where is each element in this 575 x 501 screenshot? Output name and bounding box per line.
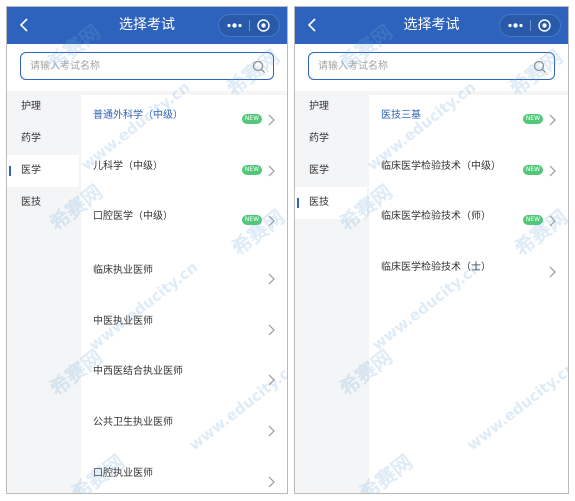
- more-dots-icon[interactable]: [219, 15, 250, 36]
- sidebar-item-label: 药学: [309, 133, 329, 144]
- new-badge: NEW: [523, 164, 543, 175]
- search-box[interactable]: [20, 52, 274, 80]
- sidebar-item-pharmacy[interactable]: 药学: [295, 123, 367, 155]
- sidebar-item-label: 医技: [309, 197, 329, 208]
- search-area: [295, 44, 568, 91]
- chevron-right-icon: [268, 273, 275, 285]
- mini-program-capsule: [499, 14, 561, 37]
- search-box[interactable]: [308, 52, 555, 80]
- exam-name: 临床医学检验技术（师）: [381, 211, 491, 223]
- category-sidebar: 护理 药学 医学 医技: [295, 91, 367, 493]
- nav-bar: 选择考试: [295, 7, 568, 44]
- exam-row[interactable]: 临床医学检验技术（师） NEW: [369, 196, 568, 247]
- sidebar-item-medicine[interactable]: 医学: [295, 155, 367, 187]
- search-icon[interactable]: [533, 59, 547, 74]
- category-sidebar: 护理 药学 医学 医技: [7, 91, 79, 493]
- search-icon[interactable]: [252, 59, 266, 74]
- exam-name: 临床执业医师: [93, 265, 153, 277]
- sidebar-item-medicine[interactable]: 医学: [7, 155, 79, 187]
- exam-name: 普通外科学（中级）: [93, 110, 183, 121]
- chevron-right-icon: [549, 215, 556, 227]
- nav-bar: 选择考试: [7, 7, 287, 44]
- sidebar-item-nursing[interactable]: 护理: [295, 91, 367, 123]
- sidebar-item-medical-tech[interactable]: 医技: [7, 187, 79, 219]
- sidebar-item-pharmacy[interactable]: 药学: [7, 123, 79, 155]
- new-badge: NEW: [242, 164, 262, 175]
- new-badge: NEW: [523, 215, 543, 226]
- sidebar-item-label: 护理: [21, 101, 41, 112]
- exam-row[interactable]: 中医执业医师: [81, 298, 287, 349]
- more-dots-icon[interactable]: [500, 15, 531, 36]
- exam-name: 医技三基: [381, 110, 421, 121]
- exam-row[interactable]: 公共卫生执业医师: [81, 399, 287, 450]
- exam-row[interactable]: 儿科学（中级） NEW: [81, 146, 287, 197]
- screenshot-root: { "nav": { "title": "选择考试" }, "search": …: [0, 0, 575, 501]
- target-circle-icon[interactable]: [529, 15, 560, 36]
- sidebar-item-label: 药学: [21, 133, 41, 144]
- exam-row[interactable]: 口腔医学（中级） NEW: [81, 196, 287, 247]
- mini-program-capsule: [218, 14, 280, 37]
- exam-row[interactable]: 临床医学检验技术（士）: [369, 247, 568, 298]
- new-badge: NEW: [242, 215, 262, 226]
- sidebar-item-label: 医技: [21, 197, 41, 208]
- exam-row[interactable]: 临床执业医师: [81, 247, 287, 298]
- exam-name: 口腔医学（中级）: [93, 211, 173, 223]
- exam-name: 中医执业医师: [93, 315, 153, 327]
- phone-screen-left: 选择考试 护理 药学 医学 医技: [6, 6, 288, 494]
- chevron-right-icon: [549, 114, 556, 126]
- sidebar-item-label: 医学: [21, 165, 41, 176]
- exam-name: 临床医学检验技术（士）: [381, 262, 491, 274]
- phone-screen-right: 选择考试 护理 药学 医学 医技: [294, 6, 569, 494]
- exam-row[interactable]: 临床医学检验技术（中级） NEW: [369, 146, 568, 197]
- exam-name: 口腔执业医师: [93, 467, 153, 479]
- chevron-right-icon: [549, 165, 556, 177]
- sidebar-item-medical-tech[interactable]: 医技: [295, 187, 367, 219]
- chevron-right-icon: [268, 114, 275, 126]
- new-badge: NEW: [523, 114, 543, 124]
- chevron-right-icon: [268, 324, 275, 336]
- exam-name: 儿科学（中级）: [93, 160, 163, 172]
- sidebar-item-label: 医学: [309, 165, 329, 176]
- search-input[interactable]: [30, 53, 220, 79]
- exam-list: 普通外科学（中级） NEW 儿科学（中级） NEW 口腔医学（中级） NEW 临…: [81, 95, 287, 493]
- chevron-right-icon: [549, 266, 556, 278]
- exam-name: 临床医学检验技术（中级）: [381, 160, 501, 172]
- target-circle-icon[interactable]: [248, 15, 279, 36]
- chevron-right-icon: [268, 375, 275, 386]
- exam-list: 医技三基 NEW 临床医学检验技术（中级） NEW 临床医学检验技术（师） NE…: [369, 95, 568, 493]
- chevron-right-icon: [268, 165, 275, 177]
- sidebar-item-label: 护理: [309, 101, 329, 112]
- search-area: [7, 44, 287, 91]
- sidebar-item-nursing[interactable]: 护理: [7, 91, 79, 123]
- chevron-right-icon: [268, 425, 275, 437]
- chevron-right-icon: [268, 215, 275, 227]
- new-badge: NEW: [242, 114, 262, 124]
- exam-row[interactable]: 普通外科学（中级） NEW: [81, 95, 287, 146]
- exam-name: 中西医结合执业医师: [93, 366, 183, 378]
- exam-row[interactable]: 医技三基 NEW: [369, 95, 568, 146]
- search-input[interactable]: [318, 53, 508, 79]
- exam-row[interactable]: 口腔执业医师: [81, 450, 287, 493]
- exam-row[interactable]: 中西医结合执业医师: [81, 348, 287, 399]
- chevron-right-icon: [268, 476, 275, 488]
- exam-name: 公共卫生执业医师: [93, 417, 173, 429]
